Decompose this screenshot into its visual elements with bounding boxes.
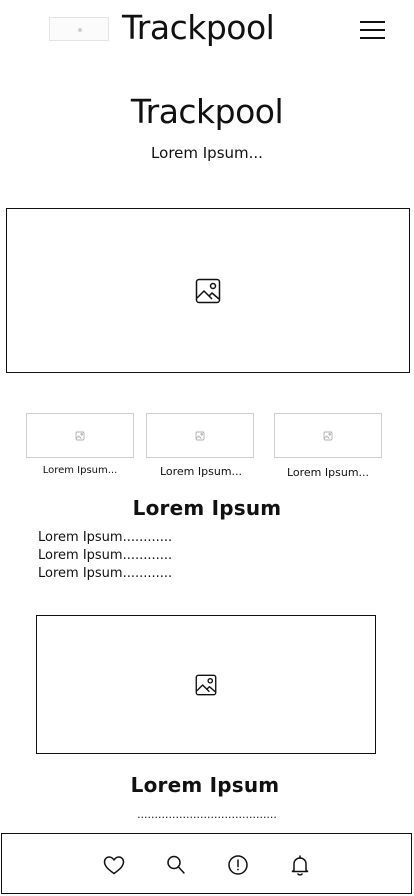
- logo-placeholder[interactable]: [49, 17, 109, 41]
- banner-image[interactable]: [6, 208, 410, 373]
- thumbnail-3[interactable]: [274, 413, 382, 458]
- hamburger-menu-icon: [360, 21, 385, 23]
- bell-icon[interactable]: [288, 853, 312, 877]
- feature-image[interactable]: [36, 615, 376, 754]
- list-item: Lorem Ipsum............: [38, 548, 173, 563]
- bottom-nav: [1, 833, 412, 894]
- image-icon: [323, 431, 333, 440]
- thumbnail-2[interactable]: [146, 413, 254, 458]
- alert-icon[interactable]: [226, 853, 250, 877]
- thumbnail-1[interactable]: [26, 413, 134, 458]
- thumbnail-caption: Lorem Ipsum...: [159, 465, 243, 478]
- search-icon[interactable]: [164, 853, 188, 877]
- section-title: Lorem Ipsum: [132, 496, 282, 520]
- menu-button[interactable]: [356, 16, 388, 44]
- list-item: Lorem Ipsum............: [38, 530, 173, 545]
- thumbnail-caption: Lorem Ipsum...: [286, 466, 370, 479]
- page-title: Trackpool: [130, 92, 284, 131]
- image-icon: [195, 278, 221, 303]
- image-icon: [195, 674, 217, 695]
- image-icon: [75, 431, 85, 440]
- thumbnail-caption: Lorem Ipsum...: [42, 465, 118, 476]
- heart-icon[interactable]: [102, 853, 126, 877]
- list-item: Lorem Ipsum............: [38, 566, 173, 581]
- page-subtitle: Lorem Ipsum...: [151, 144, 263, 162]
- section-text: ........................................: [137, 808, 277, 821]
- image-icon: [195, 431, 205, 440]
- section-title: Lorem Ipsum: [130, 773, 280, 797]
- brand-name: Trackpool: [122, 8, 275, 47]
